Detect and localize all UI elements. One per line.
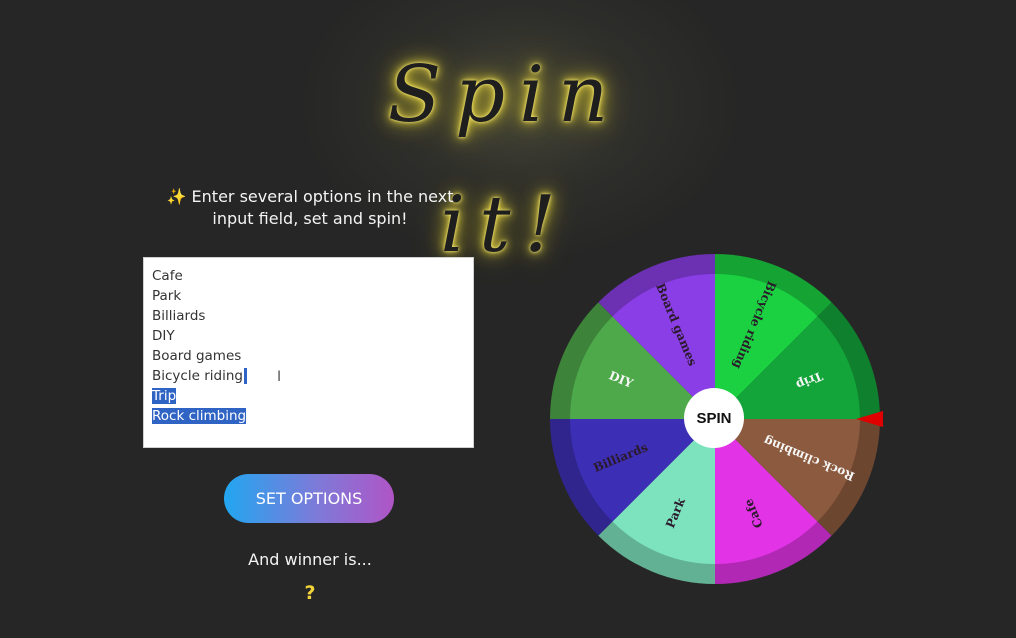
option-text: Cafe [152, 268, 183, 284]
text-cursor-icon: I [277, 369, 282, 385]
options-textarea[interactable]: Cafe Park Billiards DIY Board games Bicycle r… [143, 257, 474, 448]
option-line: Trip [152, 386, 465, 406]
set-options-button[interactable]: SET OPTIONS [224, 474, 394, 523]
option-text: Trip [152, 388, 177, 404]
app-title: Spin it! [387, 50, 623, 270]
option-line: Board games [152, 346, 465, 366]
option-text: Rock climbing [152, 408, 247, 424]
selection-caret [243, 368, 247, 384]
option-line: Bicycle riding [152, 366, 465, 386]
spin-button[interactable]: SPIN [684, 388, 744, 448]
option-text: Billiards [152, 308, 206, 324]
option-text: Bicycle riding [152, 368, 243, 384]
option-line: Rock climbing [152, 406, 465, 426]
sparkles-icon: ✨ [166, 187, 187, 206]
winner-value: ? [304, 582, 316, 604]
winner-label: And winner is... [248, 550, 372, 569]
option-text: DIY [152, 328, 175, 344]
option-line: Cafe [152, 266, 465, 286]
intro-text-label: Enter several options in the next input … [191, 187, 454, 228]
option-line: Park [152, 286, 465, 306]
option-line: Billiards [152, 306, 465, 326]
intro-text: ✨ Enter several options in the next inpu… [150, 186, 470, 230]
option-line: DIY [152, 326, 465, 346]
option-text: Board games [152, 348, 242, 364]
option-text: Park [152, 288, 182, 304]
